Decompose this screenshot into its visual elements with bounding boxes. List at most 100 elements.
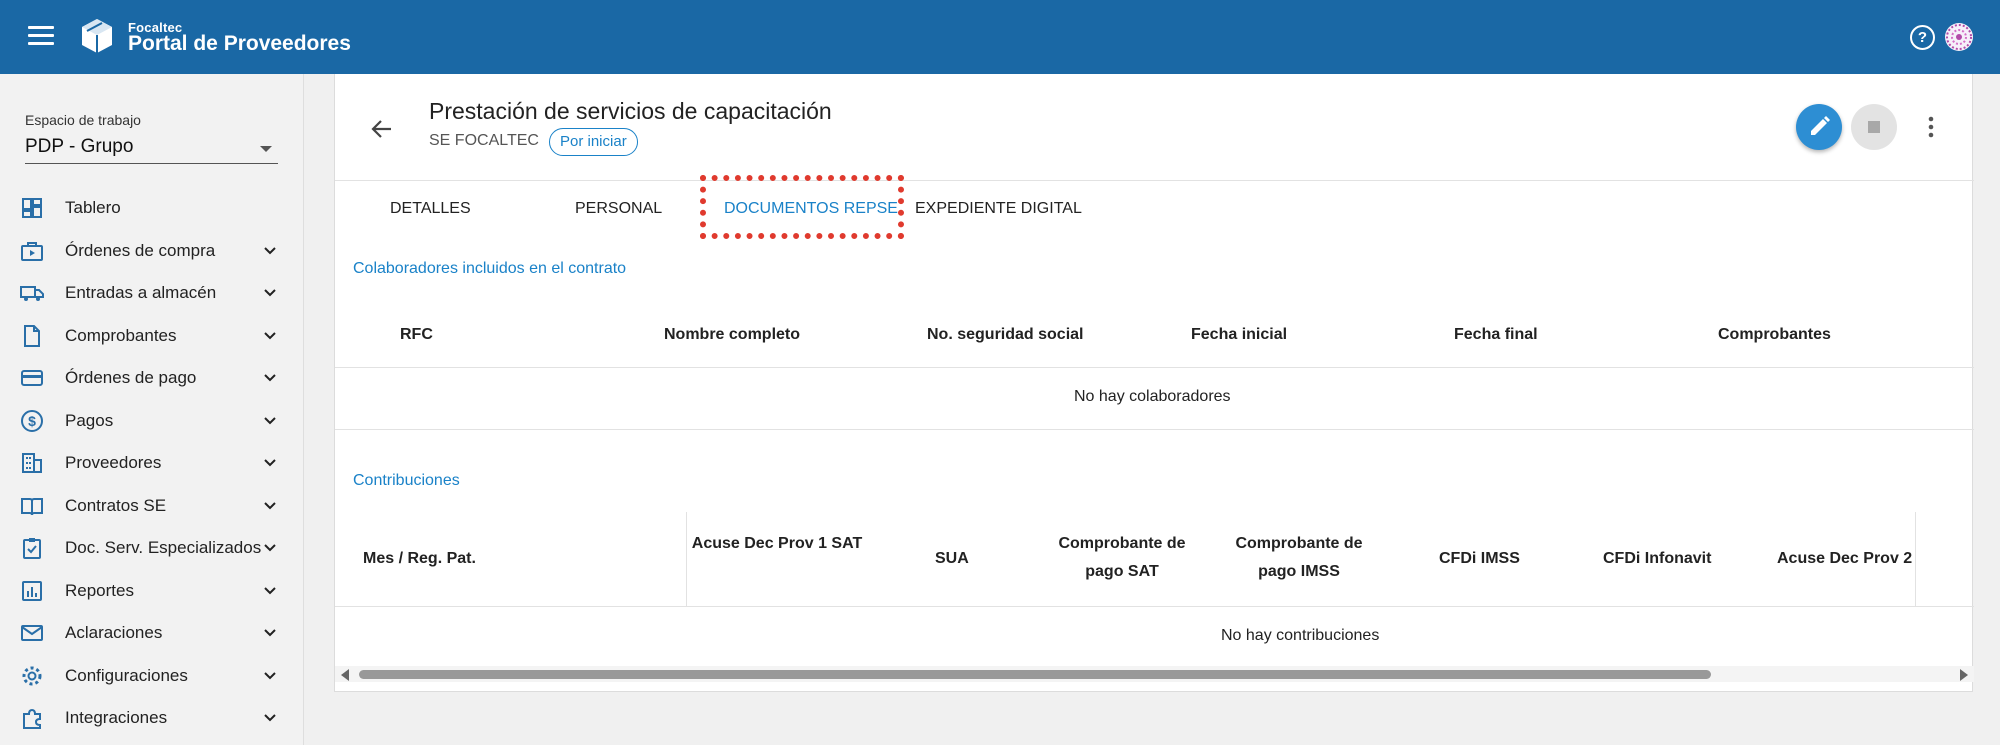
sidebar-item-label: Entradas a almacén (65, 283, 217, 302)
tab-expediente-digital[interactable]: EXPEDIENTE DIGITAL (915, 200, 1082, 218)
column-header: No. seguridad social (927, 326, 1084, 343)
sidebar-item-pagos[interactable]: $ Pagos (0, 401, 300, 441)
status-badge: Por iniciar (549, 128, 638, 156)
svg-text:$: $ (28, 413, 36, 429)
table-divider (335, 429, 1974, 430)
sidebar-item-label: Configuraciones (65, 666, 188, 685)
table-divider (335, 606, 1974, 607)
column-header: Comprobantes (1718, 326, 1831, 343)
logo-cube-icon (82, 19, 112, 53)
report-icon (22, 581, 42, 601)
chevron-down-icon (264, 289, 276, 297)
sidebar-item-ordenes-pago[interactable]: Órdenes de pago (0, 358, 300, 398)
column-header: RFC (400, 326, 433, 343)
truck-icon (20, 286, 44, 301)
chevron-down-icon (264, 544, 276, 552)
sidebar-item-configuraciones[interactable]: Configuraciones (0, 656, 300, 696)
help-icon[interactable]: ? (1910, 25, 1935, 50)
workspace-label: Espacio de trabajo (25, 112, 141, 128)
chevron-down-icon (264, 247, 276, 255)
brand-title: Portal de Proveedores (128, 32, 351, 55)
more-vert-icon[interactable] (1925, 114, 1937, 140)
sidebar-item-proveedores[interactable]: Proveedores (0, 443, 300, 483)
sidebar-item-integraciones[interactable]: Integraciones (0, 698, 300, 738)
menu-icon[interactable] (28, 26, 54, 48)
purchase-orders-icon (21, 242, 43, 261)
chevron-down-icon (264, 459, 276, 467)
scroll-right-arrow-icon[interactable] (1960, 669, 1968, 681)
page-title: Prestación de servicios de capacitación (429, 98, 832, 124)
sidebar: Espacio de trabajo PDP - Grupo Tablero Ó… (0, 74, 304, 745)
sidebar-item-label: Aclaraciones (65, 623, 163, 642)
chevron-down-icon (264, 672, 276, 680)
edit-button[interactable] (1796, 104, 1842, 150)
contributions-empty-message: No hay contribuciones (1221, 627, 1380, 644)
dropdown-arrow-icon (260, 146, 272, 152)
chevron-down-icon (264, 714, 276, 722)
sidebar-item-aclaraciones[interactable]: Aclaraciones (0, 613, 300, 653)
column-header: Comprobante de pago IMSS (1235, 535, 1363, 580)
column-header: Nombre completo (664, 326, 801, 343)
sidebar-item-label: Pagos (65, 411, 114, 430)
avatar[interactable] (1944, 22, 1974, 52)
column-divider (1915, 512, 1916, 606)
sidebar-item-doc-serv-especializados[interactable]: Doc. Serv. Especializados (0, 528, 300, 568)
workspace-value: PDP - Grupo (25, 136, 134, 157)
dollar-icon: $ (21, 410, 43, 432)
sidebar-item-comprobantes[interactable]: Comprobantes (0, 316, 300, 356)
column-header: CFDi IMSS (1439, 550, 1520, 567)
chevron-down-icon (264, 587, 276, 595)
contract-detail-card: Prestación de servicios de capacitación … (334, 74, 1974, 692)
gear-icon (22, 666, 42, 686)
horizontal-scrollbar[interactable] (335, 666, 1974, 682)
scrollbar-thumb[interactable] (359, 670, 1711, 679)
tab-documentos-repse[interactable]: DOCUMENTOS REPSE (724, 200, 898, 218)
company-name: SE FOCALTEC (429, 132, 539, 149)
column-divider (686, 512, 687, 606)
sidebar-item-label: Tablero (65, 198, 121, 217)
tab-personal[interactable]: PERSONAL (575, 200, 662, 218)
column-header: Fecha inicial (1191, 326, 1288, 343)
table-divider (335, 367, 1974, 368)
workspace-select[interactable]: PDP - Grupo (25, 132, 278, 164)
scroll-left-arrow-icon[interactable] (341, 669, 349, 681)
chevron-down-icon (264, 374, 276, 382)
sidebar-item-contratos-se[interactable]: Contratos SE (0, 486, 300, 526)
column-header: SUA (935, 550, 969, 567)
puzzle-icon (23, 708, 41, 729)
sidebar-item-label: Integraciones (65, 708, 168, 727)
pencil-icon (1811, 116, 1830, 135)
sidebar-item-reportes[interactable]: Reportes (0, 571, 300, 611)
sidebar-item-tablero[interactable]: Tablero (0, 188, 300, 228)
dashboard-icon (22, 198, 42, 218)
credit-card-icon (21, 370, 43, 386)
column-header: Comprobante de pago SAT (1058, 535, 1186, 580)
sidebar-item-label: Comprobantes (65, 326, 177, 345)
sidebar-item-ordenes-compra[interactable]: Órdenes de compra (0, 231, 300, 271)
tab-detalles[interactable]: DETALLES (390, 200, 471, 218)
chevron-down-icon (264, 502, 276, 510)
stop-button[interactable] (1851, 104, 1897, 150)
column-header: Fecha final (1454, 326, 1538, 343)
contributions-section-title: Contribuciones (353, 472, 460, 489)
sidebar-item-label: Contratos SE (65, 496, 167, 515)
sidebar-item-label: Proveedores (65, 453, 162, 472)
sidebar-item-label: Doc. Serv. Especializados (65, 538, 262, 557)
stop-icon (1868, 121, 1880, 133)
back-arrow-icon[interactable] (369, 116, 395, 142)
sidebar-item-label: Órdenes de pago (65, 368, 197, 387)
column-header: Mes / Reg. Pat. (363, 550, 476, 567)
top-app-bar: Focaltec Portal de Proveedores ? (0, 0, 2000, 74)
sidebar-item-entradas-almacen[interactable]: Entradas a almacén (0, 273, 300, 313)
document-icon (24, 325, 40, 347)
sidebar-item-label: Órdenes de compra (65, 241, 216, 260)
book-icon (21, 498, 43, 516)
chevron-down-icon (264, 629, 276, 637)
column-header: Acuse Dec Prov 2 S (1777, 550, 1917, 567)
mail-icon (21, 625, 43, 641)
building-icon (22, 453, 42, 473)
sidebar-item-label: Reportes (65, 581, 134, 600)
chevron-down-icon (264, 417, 276, 425)
checklist-icon (23, 538, 41, 559)
collaborators-section-title: Colaboradores incluidos en el contrato (353, 260, 627, 277)
